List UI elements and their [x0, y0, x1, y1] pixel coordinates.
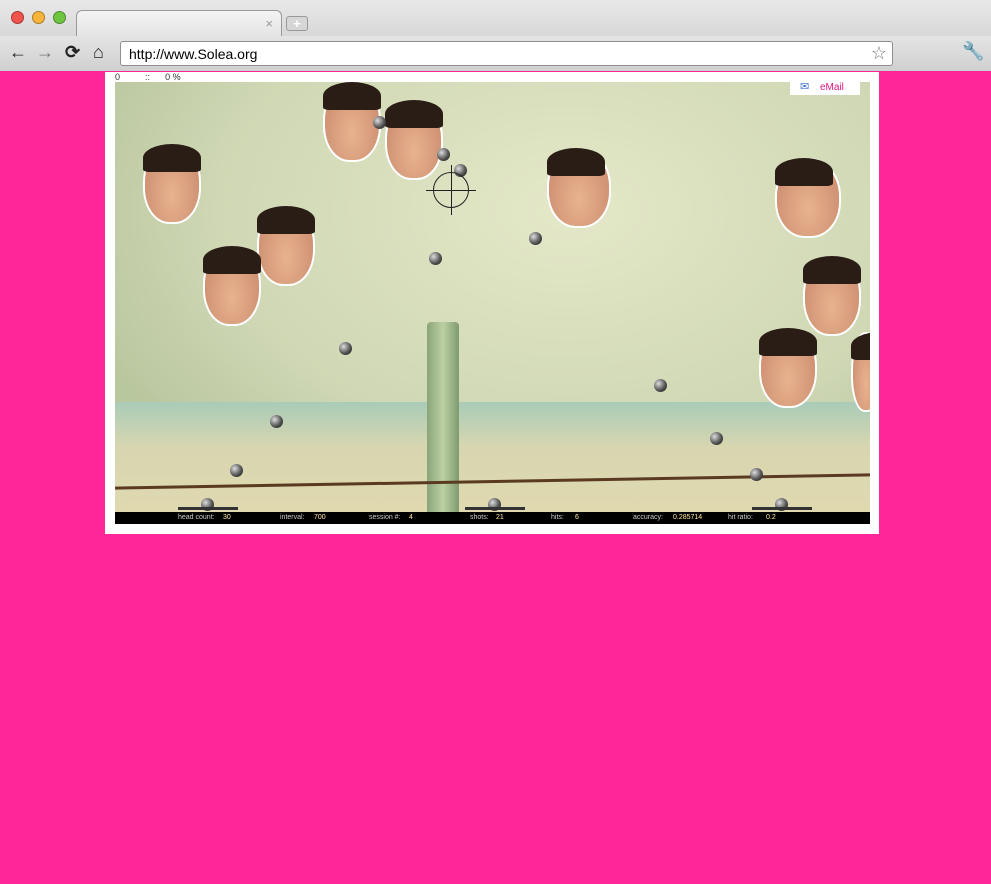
target-head[interactable] — [257, 206, 315, 286]
shots-label: shots: — [470, 514, 489, 521]
loader-percent: 0 % — [165, 72, 181, 82]
close-window-button[interactable] — [11, 11, 24, 24]
address-bar[interactable]: http://www.Solea.org ☆ — [120, 41, 893, 66]
loader-readout: 0 :: 0 % — [115, 72, 181, 82]
target-head[interactable] — [851, 332, 870, 412]
loader-count: 0 — [115, 72, 121, 82]
bullet-ball — [750, 468, 763, 481]
hit-ratio-label: hit ratio: — [728, 514, 753, 521]
bullet-ball — [270, 415, 283, 428]
email-link[interactable]: ✉ eMail — [790, 80, 860, 95]
reload-icon[interactable]: ⟳ — [65, 42, 80, 63]
cannon-base — [465, 507, 525, 510]
hits-value: 6 — [575, 514, 579, 521]
hits-label: hits: — [551, 514, 564, 521]
bullet-ball — [437, 148, 450, 161]
loader-separator: :: — [145, 72, 151, 82]
url-text: http://www.Solea.org — [129, 46, 258, 62]
target-head[interactable] — [547, 148, 611, 228]
envelope-icon: ✉ — [800, 81, 810, 93]
hit-ratio-value: 0.2 — [766, 514, 776, 521]
back-icon[interactable]: ← — [9, 42, 27, 63]
bullet-ball — [339, 342, 352, 355]
browser-tab[interactable]: × — [76, 10, 282, 37]
bullet-ball — [429, 252, 442, 265]
minimize-window-button[interactable] — [32, 11, 45, 24]
bullet-ball — [529, 232, 542, 245]
cannon-base — [178, 507, 238, 510]
forward-icon[interactable]: → — [36, 42, 54, 63]
bullet-ball — [373, 116, 386, 129]
game-canvas[interactable] — [115, 82, 870, 512]
tab-close-icon[interactable]: × — [265, 16, 273, 31]
toolbar: ← → ⟳ ⌂ http://www.Solea.org ☆ 🔧 — [0, 36, 991, 71]
shots-value: 21 — [496, 514, 504, 521]
bullet-ball — [230, 464, 243, 477]
session-value: 4 — [409, 514, 413, 521]
interval-label: interval: — [280, 514, 305, 521]
head-count-value: 30 — [223, 514, 231, 521]
bullet-ball — [654, 379, 667, 392]
game-frame: 0 :: 0 % ✉ eMail head count: 30 interval:… — [105, 72, 879, 534]
home-icon[interactable]: ⌂ — [93, 42, 104, 63]
stats-bar: head count: 30 interval: 700 session #: … — [115, 512, 870, 524]
accuracy-label: accuracy: — [633, 514, 663, 521]
bullet-ball — [710, 432, 723, 445]
wrench-icon[interactable]: 🔧 — [962, 41, 984, 62]
head-count-label: head count: — [178, 514, 215, 521]
accuracy-value: 0.285714 — [673, 514, 703, 521]
target-head[interactable] — [803, 256, 861, 336]
background-city — [115, 402, 870, 512]
cannon-base — [752, 507, 812, 510]
session-label: session #: — [369, 514, 401, 521]
target-head[interactable] — [775, 158, 841, 238]
bookmark-star-icon[interactable]: ☆ — [871, 43, 887, 64]
interval-value: 700 — [314, 514, 326, 521]
target-head[interactable] — [759, 328, 817, 408]
new-tab-button[interactable]: + — [286, 16, 308, 31]
browser-chrome: × + ← → ⟳ ⌂ http://www.Solea.org ☆ 🔧 — [0, 0, 991, 71]
zoom-window-button[interactable] — [53, 11, 66, 24]
target-head[interactable] — [203, 246, 261, 326]
email-label: eMail — [820, 82, 844, 93]
target-head[interactable] — [385, 100, 443, 180]
crosshair-cursor — [426, 165, 476, 215]
target-head[interactable] — [143, 144, 201, 224]
